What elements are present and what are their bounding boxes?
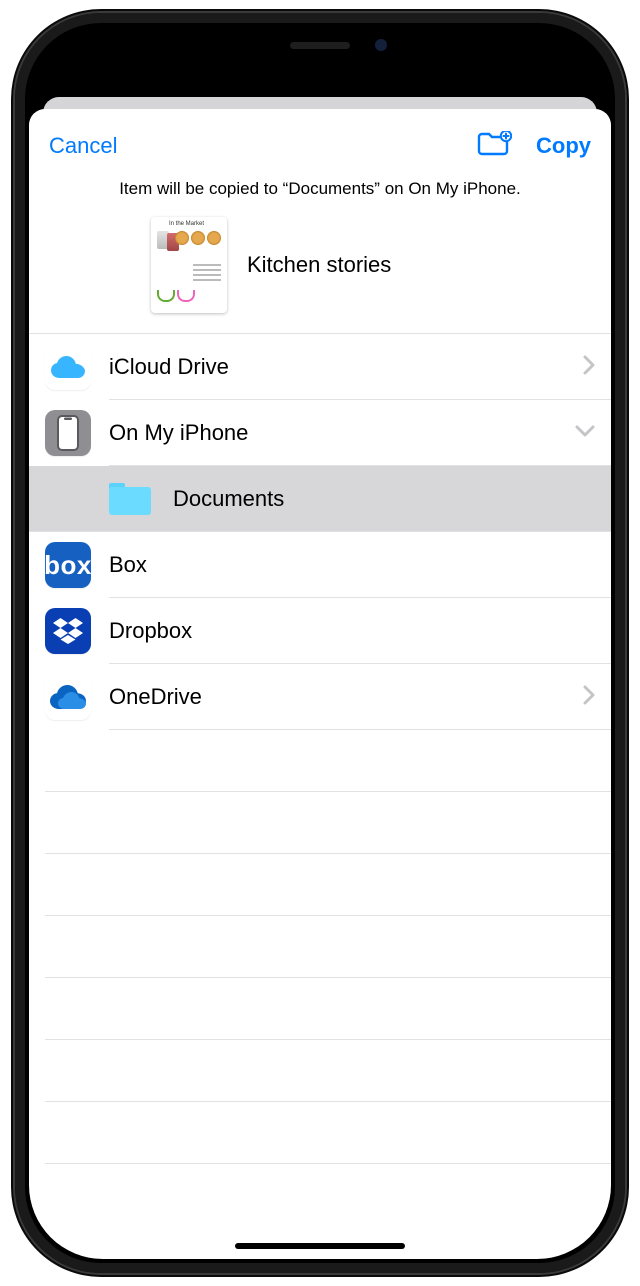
empty-row [29,792,611,854]
chevron-right-icon [583,685,595,710]
folder-icon [109,483,151,515]
location-onedrive[interactable]: OneDrive [29,664,611,730]
item-thumbnail: In the Market [151,217,227,313]
cancel-button[interactable]: Cancel [49,133,117,159]
empty-row [29,730,611,792]
location-documents[interactable]: Documents [29,466,611,532]
location-label: Dropbox [109,618,192,644]
item-title: Kitchen stories [247,252,391,278]
chevron-right-icon [583,355,595,380]
wifi-icon [519,47,541,63]
locations-list: iCloud Drive On My iPhone [29,333,611,1164]
empty-row [29,916,611,978]
icloud-icon [45,344,91,390]
location-label: Documents [173,486,284,512]
front-camera [375,39,387,51]
speaker-grille [290,42,350,49]
empty-row [29,1102,611,1164]
item-preview: In the Market Kitchen stories [29,209,611,333]
location-dropbox[interactable]: Dropbox [29,598,611,664]
empty-row [29,978,611,1040]
location-label: Box [109,552,147,578]
location-label: iCloud Drive [109,354,229,380]
cellular-icon [489,48,511,62]
status-time: 9:41 [61,44,101,67]
location-icloud-drive[interactable]: iCloud Drive [29,334,611,400]
onedrive-icon [45,674,91,720]
notch [195,27,445,63]
dropbox-icon [45,608,91,654]
sheet-navbar: Cancel Copy [29,109,611,173]
empty-row [29,1040,611,1102]
new-folder-button[interactable] [476,131,512,162]
location-on-my-iphone[interactable]: On My iPhone [29,400,611,466]
destination-subtitle: Item will be copied to “Documents” on On… [29,173,611,209]
device-frame: 9:41 Cancel [15,13,625,1273]
battery-icon [549,48,579,62]
chevron-down-icon [575,424,595,442]
location-box[interactable]: box Box [29,532,611,598]
screen: 9:41 Cancel [29,27,611,1259]
home-indicator[interactable] [235,1243,405,1249]
box-icon: box [45,542,91,588]
empty-row [29,854,611,916]
location-label: OneDrive [109,684,202,710]
save-to-files-sheet: Cancel Copy Item will be copied to “Docu… [29,109,611,1259]
copy-button[interactable]: Copy [536,133,591,159]
iphone-icon [45,410,91,456]
location-label: On My iPhone [109,420,248,446]
